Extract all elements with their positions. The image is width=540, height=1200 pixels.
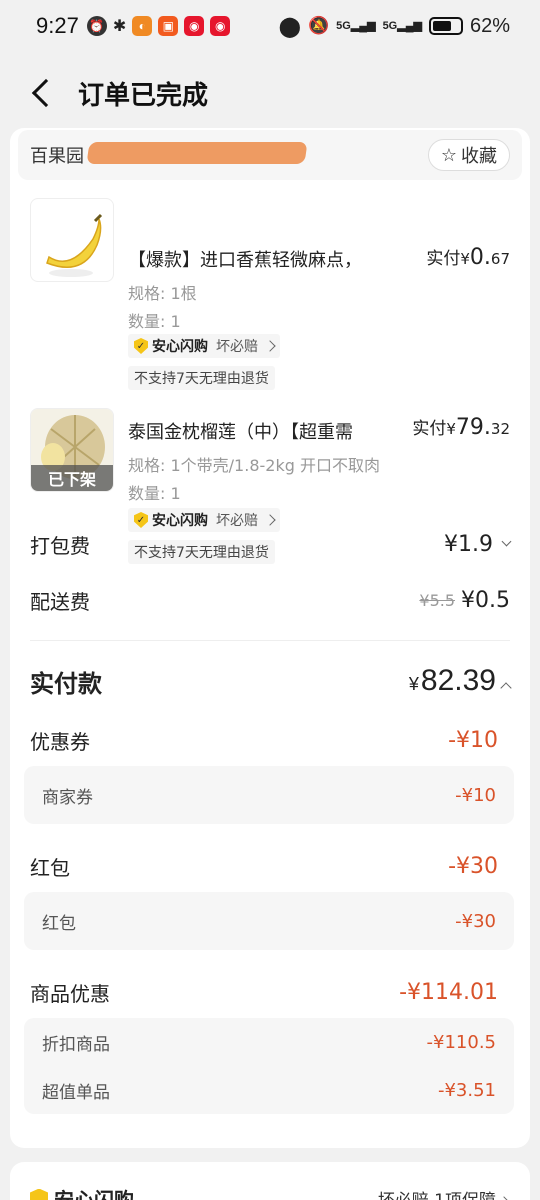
packing-fee-value: ¥1.9 [444, 531, 493, 557]
shop-row[interactable]: 百果园 ☆ 收藏 [18, 130, 522, 180]
redpacket-label: 红包 [30, 855, 70, 880]
goods-discount-detail-box: 折扣商品 -¥110.5 超值单品 -¥3.51 [24, 1018, 514, 1114]
value-single-value: -¥3.51 [437, 1079, 496, 1101]
delivery-fee-label: 配送费 [30, 589, 90, 614]
redaction-mask [86, 142, 308, 164]
safe-buy-promise[interactable]: 坏必赔 1项保障 [378, 1186, 510, 1200]
star-icon: ☆ [440, 144, 457, 166]
signal-icon-1: 5G▂▄▆ [336, 20, 376, 32]
signal-icon-2: 5G▂▄▆ [382, 20, 422, 32]
weibo-icon: ◉ [184, 16, 205, 36]
discount-goods-value: -¥110.5 [426, 1031, 496, 1053]
delivery-fee-value: ¥0.5 [461, 587, 510, 613]
page-title: 订单已完成 [78, 80, 209, 111]
value-single-label: 超值单品 [42, 1082, 110, 1103]
bluetooth-icon: ✱ [112, 18, 127, 35]
app-icon-2: ▣ [158, 16, 179, 36]
coupon-detail-box: 商家券 -¥10 [24, 766, 514, 824]
battery-percent: 62% [469, 14, 510, 37]
product-qty: 数量: 1 [128, 484, 181, 503]
order-card: 百果园 ☆ 收藏 【爆款】进口香蕉轻微麻点， 实付¥0.67 规格: 1根 数量… [10, 128, 530, 1148]
product-item[interactable]: 【爆款】进口香蕉轻微麻点， 实付¥0.67 规格: 1根 数量: 1 [10, 188, 530, 350]
merchant-coupon-label: 商家券 [42, 787, 93, 808]
chevron-up-icon [500, 682, 512, 694]
weibo-icon-2: ◉ [210, 16, 231, 36]
goods-discount-value: -¥114.01 [399, 979, 498, 1005]
coupon-value: -¥10 [448, 727, 498, 753]
off-shelf-badge: 已下架 [31, 465, 113, 491]
location-icon: ⬤ [278, 15, 301, 38]
back-arrow-icon[interactable] [31, 78, 61, 108]
coupon-detail-row: 商家券 -¥10 [24, 766, 514, 824]
packing-fee-row[interactable]: 打包费 ¥1.9 [30, 524, 512, 564]
favorite-button[interactable]: ☆ 收藏 [427, 139, 510, 171]
chevron-down-icon [501, 536, 512, 546]
shop-name[interactable]: 百果园 [30, 142, 84, 168]
product-spec: 规格: 1个带壳/1.8-2kg 开口不取肉 [128, 456, 380, 475]
total-row[interactable]: 实付款 ¥82.39 [30, 656, 512, 706]
mute-icon: 🔕 [307, 16, 330, 35]
favorite-label: 收藏 [461, 146, 497, 167]
status-bar: 9:27 ⏰ ✱ ◐ ▣ ◉ ◉ ⬤ 🔕 5G▂▄▆ 5G▂▄▆ 62% [0, 0, 540, 52]
product-title[interactable]: 【爆款】进口香蕉轻微麻点， [128, 246, 398, 272]
coupon-label: 优惠券 [30, 729, 90, 754]
status-time: 9:27 [36, 13, 79, 38]
coupon-row: 优惠券 -¥10 [30, 720, 498, 760]
product-qty: 数量: 1 [128, 312, 181, 331]
product-price: 实付¥0.67 [426, 245, 510, 270]
alarm-icon: ⏰ [86, 16, 107, 36]
total-label: 实付款 [30, 669, 102, 698]
product-price: 实付¥79.32 [412, 415, 510, 440]
product-item[interactable]: 已下架 泰国金枕榴莲（中）【超重需 实付¥79.32 规格: 1个带壳/1.8-… [10, 350, 530, 512]
total-value: ¥82.39 [409, 664, 512, 698]
product-image-durian[interactable]: 已下架 [30, 408, 114, 492]
merchant-coupon-value: -¥10 [455, 784, 496, 806]
product-spec: 规格: 1根 [128, 284, 197, 303]
redpacket-sub-label: 红包 [42, 913, 76, 934]
redpacket-detail-row: 红包 -¥30 [24, 892, 514, 950]
divider [30, 640, 510, 641]
redpacket-value: -¥30 [448, 853, 498, 879]
goods-discount-detail-row: 超值单品 -¥3.51 [24, 1066, 514, 1114]
redpacket-detail-box: 红包 -¥30 [24, 892, 514, 950]
app-icon-1: ◐ [132, 16, 153, 36]
safe-buy-brand: 安心闪购 [30, 1184, 134, 1200]
product-title[interactable]: 泰国金枕榴莲（中）【超重需 [128, 418, 398, 444]
redpacket-row: 红包 -¥30 [30, 846, 498, 886]
goods-discount-row: 商品优惠 -¥114.01 [30, 972, 498, 1012]
packing-fee-label: 打包费 [30, 533, 90, 558]
goods-discount-label: 商品优惠 [30, 981, 110, 1006]
battery-icon [428, 17, 463, 35]
delivery-original-price: ¥5.5 [419, 590, 456, 610]
product-image-banana[interactable] [30, 198, 114, 282]
safe-buy-card[interactable]: 安心闪购 坏必赔 1项保障 [10, 1162, 530, 1200]
goods-discount-detail-row: 折扣商品 -¥110.5 [24, 1018, 514, 1066]
chevron-right-icon [498, 1196, 510, 1200]
discount-goods-label: 折扣商品 [42, 1034, 110, 1055]
redpacket-sub-value: -¥30 [455, 910, 496, 932]
delivery-fee-row: 配送费 ¥5.5 ¥0.5 [30, 580, 510, 620]
page-header: 订单已完成 [0, 60, 540, 126]
shield-check-icon [30, 1188, 48, 1200]
